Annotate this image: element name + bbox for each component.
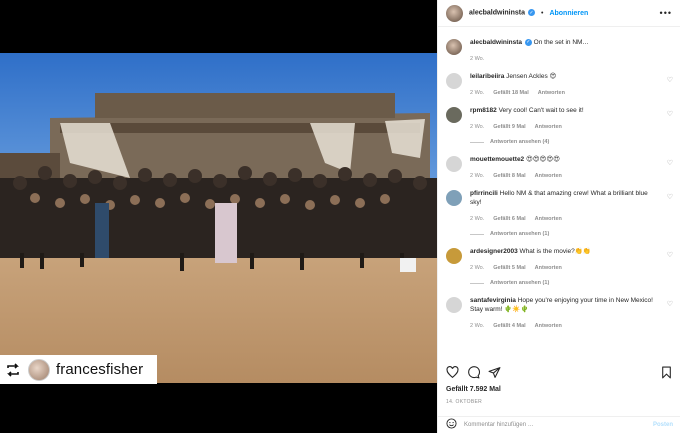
commenter-avatar[interactable] [446,248,462,264]
comment-likes[interactable]: Gefällt 6 Mal [493,216,525,222]
post-header: alecbaldwininsta ✓ • Abonnieren ••• [438,0,680,27]
commenter-avatar[interactable] [446,156,462,172]
reply-button[interactable]: Antworten [535,323,562,329]
post-sidebar: alecbaldwininsta ✓ • Abonnieren ••• alec… [437,0,680,433]
comment-item: pfirrincili Hello NM & that amazing crew… [446,179,673,222]
comment-input[interactable]: Kommentar hinzufügen … [464,422,646,428]
comment-item: leilaribeiira Jensen Ackles 😍 2 Wo. Gefäl… [446,62,673,96]
comment-time: 2 Wo. [470,216,485,222]
heart-icon[interactable]: ♡ [667,76,673,84]
post-date: 14. OKTOBER [446,399,482,405]
repost-username[interactable]: francesfisher [56,361,143,378]
like-count[interactable]: Gefällt 7.592 Mal [446,386,501,393]
comment-item: ardesigner2003 What is the movie?👏👏 2 Wo… [446,237,673,271]
comment-username[interactable]: pfirrincili [470,190,498,197]
comment-likes[interactable]: Gefällt 9 Mal [493,124,525,130]
share-icon[interactable] [488,366,501,379]
verified-icon: ✓ [527,9,535,17]
comments-list[interactable]: alecbaldwininsta ✓ On the set in NM… 2 W… [438,28,680,360]
author-username[interactable]: alecbaldwininsta ✓ [469,9,535,17]
commenter-avatar[interactable] [446,107,462,123]
comment-likes[interactable]: Gefällt 4 Mal [493,323,525,329]
comment-username[interactable]: rpm8182 [470,107,497,114]
comment-item: rpm8182 Very cool! Can't wait to see it!… [446,96,673,130]
post-comment-button[interactable]: Posten [653,422,673,428]
heart-icon[interactable]: ♡ [667,110,673,118]
heart-icon[interactable]: ♡ [667,193,673,201]
reply-button[interactable]: Antworten [535,124,562,130]
post-actions [438,362,680,382]
heart-icon[interactable]: ♡ [667,300,673,308]
comment-icon[interactable] [467,365,480,379]
author-avatar[interactable] [446,4,463,22]
replies-divider [470,141,484,143]
commenter-avatar[interactable] [446,73,462,89]
comment-text: 😍😍😍😍😍 [526,156,560,163]
follow-button[interactable]: Abonnieren [549,10,588,17]
caption-avatar[interactable] [446,39,462,55]
commenter-avatar[interactable] [446,190,462,206]
post-photo [0,53,437,383]
comment-username[interactable]: mouettemouette2 [470,156,524,163]
repost-credit[interactable]: francesfisher [0,355,157,384]
heart-icon[interactable] [446,365,459,379]
repost-avatar [28,358,50,381]
caption-text: On the set in NM… [533,39,589,46]
bookmark-icon[interactable] [660,366,673,379]
comment-text: What is the movie?👏👏 [519,248,591,255]
comment-username[interactable]: santafevirginia [470,297,516,304]
replies-divider [470,282,484,284]
comment-item: mouettemouette2 😍😍😍😍😍 2 Wo. Gefällt 8 Mal… [446,145,673,179]
post-media[interactable]: francesfisher [0,0,437,433]
comment-text: Very cool! Can't wait to see it! [498,107,584,114]
reply-button[interactable]: Antworten [535,216,562,222]
caption-username[interactable]: alecbaldwininsta [470,39,522,46]
repost-icon [4,361,22,379]
reply-button[interactable]: Antworten [535,265,562,271]
comment-item: santafevirginia Hope you're enjoying you… [446,286,673,329]
comment-time: 2 Wo. [470,124,485,130]
verified-icon: ✓ [524,38,532,46]
commenter-avatar[interactable] [446,297,462,313]
comment-text: Jensen Ackles 😍 [506,73,557,80]
caption: alecbaldwininsta ✓ On the set in NM… 2 W… [446,28,673,62]
comment-time: 2 Wo. [470,265,485,271]
comment-username[interactable]: leilaribeiira [470,73,504,80]
comment-likes[interactable]: Gefällt 5 Mal [493,265,525,271]
header-separator: • [540,9,544,17]
heart-icon[interactable]: ♡ [667,251,673,259]
heart-icon[interactable]: ♡ [667,159,673,167]
comment-time: 2 Wo. [470,323,485,329]
comment-username[interactable]: ardesigner2003 [470,248,518,255]
replies-divider [470,233,484,235]
add-comment-bar: Kommentar hinzufügen … Posten [438,416,680,433]
more-icon[interactable]: ••• [660,8,672,18]
emoji-icon[interactable] [446,416,457,433]
instagram-post-modal: francesfisher alecbaldwininsta ✓ • Abonn… [0,0,680,433]
